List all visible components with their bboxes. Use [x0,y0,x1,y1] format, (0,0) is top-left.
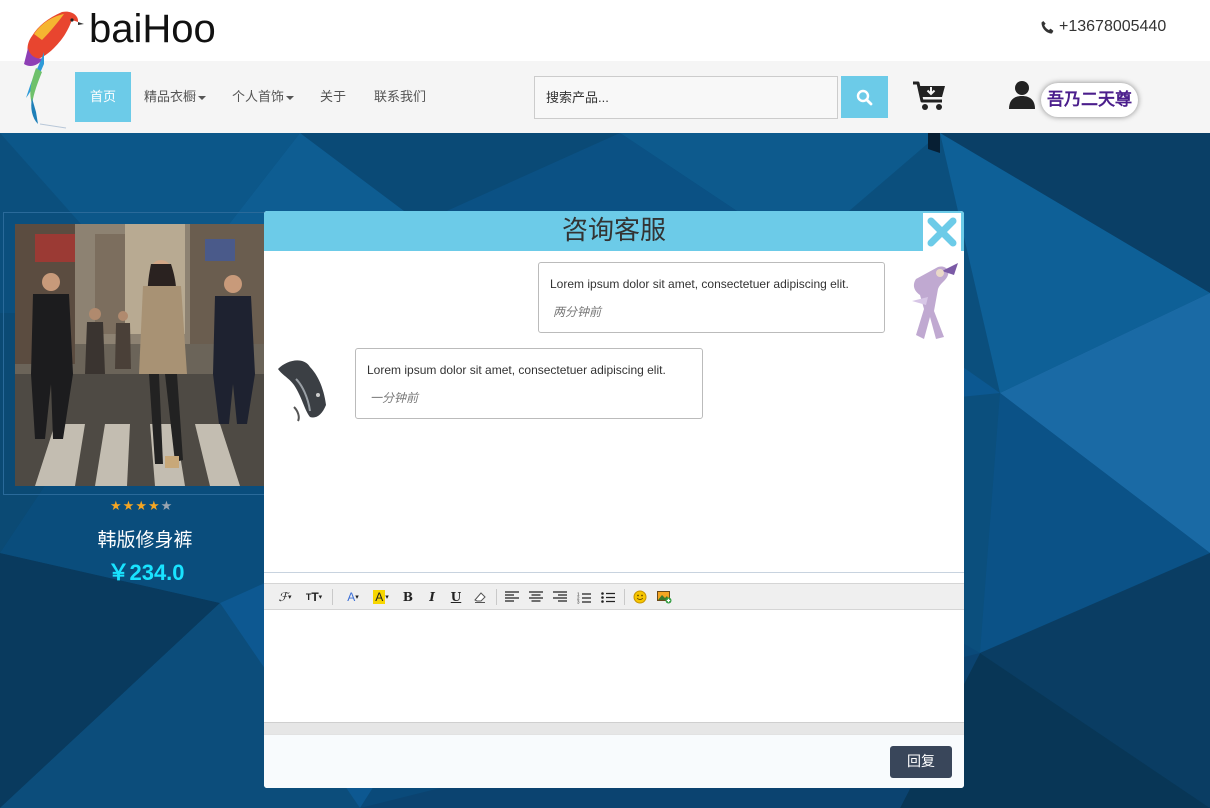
editor-resize-bar[interactable] [264,722,964,734]
chat-message-right: Lorem ipsum dolor sit amet, consectetuer… [538,262,885,333]
divider [264,572,964,573]
star-filled-icon: ★ [110,498,123,513]
close-icon [927,217,957,247]
align-right-icon [553,591,567,602]
align-center-icon [529,591,543,602]
star-filled-icon: ★ [135,498,148,513]
main-navbar: 首页 精品衣橱 个人首饰 关于 联系我们 吾乃二天尊 [0,61,1210,133]
toolbar-separator [624,589,625,605]
nav-item-jewelry[interactable]: 个人首饰 [217,72,309,122]
unordered-list-button[interactable] [600,588,616,606]
eraser-icon [474,592,486,603]
font-size-button[interactable]: T T ▾ [302,588,326,606]
phone-contact: +13678005440 [1040,18,1166,36]
reply-button[interactable]: 回复 [890,746,952,778]
search-input[interactable] [534,76,838,119]
user-icon[interactable] [1008,80,1036,110]
product-price: ￥234.0 [107,560,185,585]
star-empty-icon: ★ [160,498,174,513]
product-card[interactable] [3,212,266,495]
nav-item-label: 精品衣橱 [144,89,197,104]
user-avatar-icon [278,360,326,422]
product-name[interactable]: 韩版修身裤 [0,525,290,552]
insert-image-button[interactable] [656,588,672,606]
bold-button[interactable]: B [400,588,416,606]
italic-button[interactable]: I [424,588,440,606]
nav-item-label: 关于 [320,89,347,104]
chat-message-left: Lorem ipsum dolor sit amet, consectetuer… [355,348,703,419]
highlight-color-button[interactable]: A ▾ [368,588,394,606]
message-text: Lorem ipsum dolor sit amet, consectetuer… [550,277,849,291]
align-left-icon [505,591,519,602]
caret-down-icon [286,95,295,100]
toolbar-separator [496,589,497,605]
search-icon [856,89,873,105]
font-color-button[interactable]: A ▾ [342,588,364,606]
unordered-list-icon [601,591,615,603]
cart-icon[interactable] [912,81,948,113]
font-family-button[interactable]: ℱ ▾ [274,588,296,606]
phone-icon [1041,20,1054,33]
search-button[interactable] [841,76,888,118]
underline-button[interactable]: U [448,588,464,606]
dialog-footer: 回复 [264,734,964,788]
ordered-list-icon: 123 [577,591,591,604]
chat-dialog: 咨询客服 Lorem ipsum dolor sit amet, consect… [264,211,964,788]
top-bar: baiHoo +13678005440 [0,0,1210,61]
dialog-title: 咨询客服 [561,216,666,246]
star-filled-icon: ★ [147,498,161,513]
username-badge[interactable]: 吾乃二天尊 [1041,83,1138,117]
toolbar-separator [332,589,333,605]
nav-item-contact[interactable]: 联系我们 [359,72,441,122]
align-left-button[interactable] [504,588,520,606]
product-photo[interactable] [15,224,266,486]
svg-text:3: 3 [577,599,580,604]
nav-item-wardrobe[interactable]: 精品衣橱 [129,72,221,122]
close-button[interactable] [923,213,961,251]
street-photo-image [15,224,266,486]
product-rating: ★★★★★ [110,498,173,514]
editor-toolbar: ℱ ▾ T T ▾ A ▾ A ▾ B I U 123 [264,583,964,610]
star-filled-icon: ★ [122,498,136,513]
nav-item-label: 联系我们 [374,89,427,104]
nav-item-label: 个人首饰 [232,89,285,104]
message-time: 两分钟前 [553,305,602,319]
message-text: Lorem ipsum dolor sit amet, consectetuer… [367,363,666,377]
eraser-button[interactable] [472,588,488,606]
nav-item-label: 首页 [90,89,117,104]
agent-avatar-icon [912,263,958,339]
message-editor[interactable] [264,610,964,722]
nav-item-about[interactable]: 关于 [305,72,361,122]
align-center-button[interactable] [528,588,544,606]
phone-number: +13678005440 [1059,18,1167,35]
dialog-header: 咨询客服 [264,211,964,251]
ordered-list-button[interactable]: 123 [576,588,592,606]
smiley-icon [633,590,647,604]
caret-down-icon [198,95,207,100]
emoticon-button[interactable] [632,588,648,606]
image-icon [656,591,671,604]
logo-bird-icon[interactable] [14,8,84,130]
align-right-button[interactable] [552,588,568,606]
brand-name[interactable]: baiHoo [89,7,216,52]
message-time: 一分钟前 [370,391,419,405]
